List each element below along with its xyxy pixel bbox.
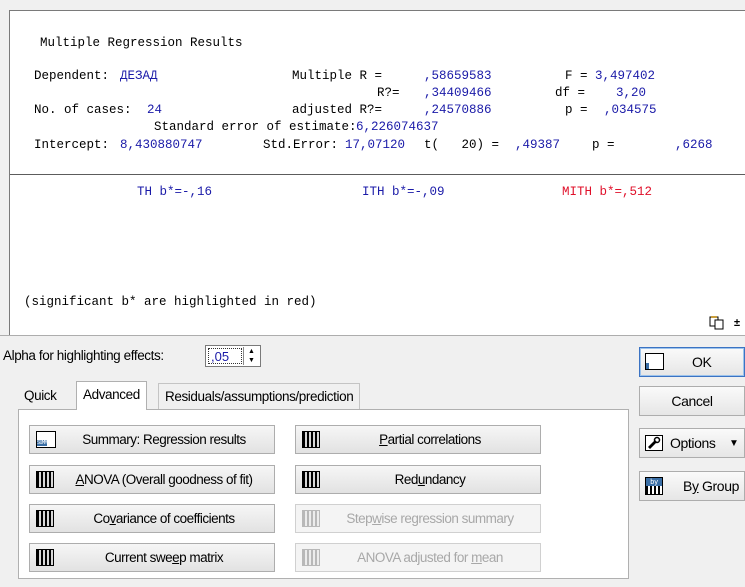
- intercept-label: Intercept:: [34, 138, 110, 152]
- regression-dialog: Alpha for highlighting effects: ,05 ▲ ▼ Q…: [0, 335, 745, 587]
- results-divider: [10, 174, 745, 175]
- intercept-se-label: Std.Error:: [263, 138, 339, 152]
- covariance-button-label: Covariance of coefficients: [93, 511, 235, 526]
- by-group-icon: by: [645, 477, 663, 495]
- stepwise-summary-button[interactable]: Stepwise regression summary: [295, 504, 541, 533]
- beta-mith: MITH b*=,512: [562, 185, 653, 199]
- cancel-button[interactable]: Cancel: [639, 386, 745, 416]
- tab-residuals[interactable]: Residuals/assumptions/prediction: [158, 383, 361, 409]
- t-value: ,49387: [515, 138, 561, 152]
- ok-label: OK: [692, 354, 712, 370]
- anova-adjusted-button[interactable]: ANOVA adjusted for mean: [295, 543, 541, 572]
- alpha-input[interactable]: ,05: [208, 348, 242, 364]
- by-group-label: By Group: [683, 478, 739, 494]
- intercept-se-value: 17,07120: [345, 138, 406, 152]
- grid-icon: [36, 510, 54, 527]
- f-label: F =: [565, 69, 588, 83]
- intercept-p-label: p =: [592, 138, 615, 152]
- df-label: df =: [555, 86, 586, 100]
- multiple-r-value: ,58659583: [424, 69, 492, 83]
- covariance-button[interactable]: Covariance of coefficients: [29, 504, 275, 533]
- r2-label: R?=: [377, 86, 400, 100]
- grid-icon: [302, 471, 320, 488]
- df-value: 3,20: [616, 86, 647, 100]
- f-value: 3,497402: [595, 69, 656, 83]
- beta-ith: ITH b*=-,09: [362, 185, 445, 199]
- partial-correlations-label: Partial correlations: [379, 432, 481, 447]
- alpha-spinner[interactable]: ,05 ▲ ▼: [205, 345, 261, 367]
- cases-value: 24: [147, 103, 163, 117]
- intercept-p-value: ,6268: [675, 138, 713, 152]
- spin-arrows-icon[interactable]: ▲ ▼: [243, 347, 259, 365]
- summary-button-label: Summary: Regression results: [82, 432, 246, 447]
- std-err-label: Standard error of estimate:: [154, 120, 357, 134]
- copy-icon[interactable]: [708, 314, 726, 332]
- tab-advanced[interactable]: Advanced: [76, 381, 147, 410]
- stepwise-summary-label: Stepwise regression summary: [346, 511, 514, 526]
- t-label: t( 20) =: [424, 138, 500, 152]
- restore-icon[interactable]: ±: [728, 314, 745, 332]
- cases-label: No. of cases:: [34, 103, 132, 117]
- intercept-value: 8,430880747: [120, 138, 203, 152]
- cancel-label: Cancel: [671, 393, 713, 409]
- summary-button[interactable]: SUMM Summary: Regression results: [29, 425, 275, 454]
- adj-r2-label: adjusted R?=: [292, 103, 383, 117]
- adj-r2-value: ,24570886: [424, 103, 492, 117]
- options-label: Options: [670, 435, 716, 451]
- p-label: p =: [565, 103, 588, 117]
- grid-icon: [36, 471, 54, 488]
- anova-button[interactable]: ANOVA (Overall goodness of fit): [29, 465, 275, 494]
- by-group-button[interactable]: by By Group: [639, 471, 745, 501]
- grid-icon: [302, 431, 320, 448]
- options-icon: [645, 435, 663, 454]
- anova-adjusted-label: ANOVA adjusted for mean: [357, 550, 503, 565]
- grid-icon: [302, 510, 320, 527]
- ok-table-icon: [645, 353, 664, 370]
- p-value: ,034575: [604, 103, 657, 117]
- alpha-label: Alpha for highlighting effects:: [3, 348, 164, 363]
- redundancy-button[interactable]: Redundancy: [295, 465, 541, 494]
- grid-icon: [36, 549, 54, 566]
- tab-quick[interactable]: Quick: [18, 383, 63, 409]
- ok-button[interactable]: OK: [639, 347, 745, 377]
- results-title: Multiple Regression Results: [40, 36, 243, 50]
- multiple-r-label: Multiple R =: [292, 69, 383, 83]
- dependent-value: ДЕЗАД: [120, 69, 158, 83]
- results-panel: Multiple Regression Results Dependent: Д…: [9, 10, 745, 335]
- results-toolbar: ±: [708, 314, 745, 334]
- redundancy-label: Redundancy: [394, 472, 466, 487]
- beta-th: TH b*=-,16: [137, 185, 213, 199]
- dropdown-arrow-icon: ▼: [729, 437, 739, 449]
- anova-button-label: ANOVA (Overall goodness of fit): [75, 472, 253, 487]
- std-err-value: 6,226074637: [356, 120, 439, 134]
- options-button[interactable]: Options ▼: [639, 428, 745, 458]
- dependent-label: Dependent:: [34, 69, 110, 83]
- r2-value: ,34409466: [424, 86, 492, 100]
- sweep-matrix-button-label: Current sweep matrix: [104, 550, 224, 565]
- summary-table-icon: SUMM: [36, 431, 56, 448]
- significance-footnote: (significant b* are highlighted in red): [24, 295, 317, 309]
- sweep-matrix-button[interactable]: Current sweep matrix: [29, 543, 275, 572]
- grid-icon: [302, 549, 320, 566]
- partial-correlations-button[interactable]: Partial correlations: [295, 425, 541, 454]
